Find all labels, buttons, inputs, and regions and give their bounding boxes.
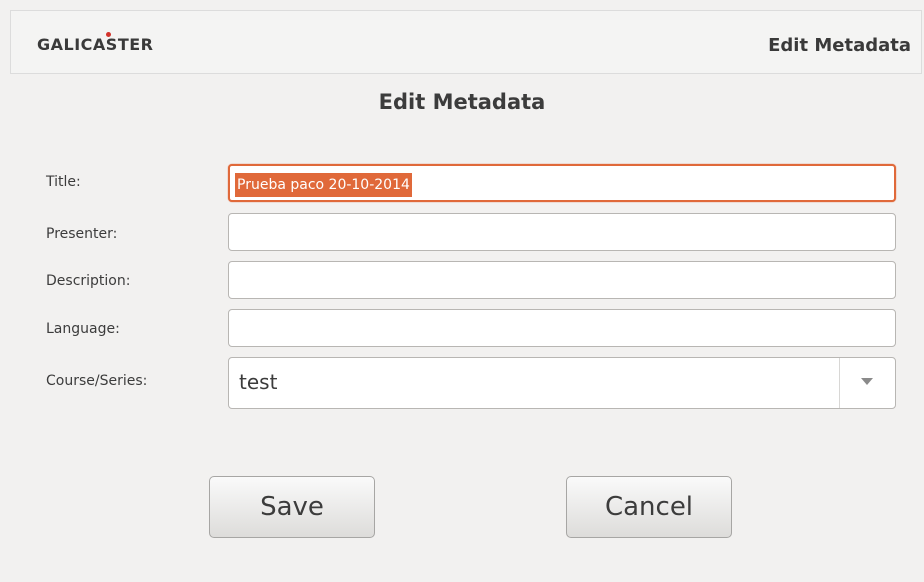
title-label: Title: <box>46 174 81 190</box>
save-button[interactable]: Save <box>209 476 375 538</box>
title-input-value[interactable]: Prueba paco 20-10-2014 <box>235 173 412 197</box>
cancel-button[interactable]: Cancel <box>566 476 732 538</box>
chevron-down-icon[interactable] <box>861 378 873 385</box>
app-header: GALICASTER Edit Metadata <box>10 10 922 74</box>
language-input[interactable] <box>228 309 896 347</box>
combobox-separator <box>839 358 840 408</box>
series-combobox-value[interactable]: test <box>239 370 277 394</box>
series-label: Course/Series: <box>46 373 148 389</box>
language-label: Language: <box>46 321 120 337</box>
dialog-title: Edit Metadata <box>378 90 546 114</box>
series-combobox[interactable]: test <box>228 357 896 409</box>
logo-dot-icon <box>106 32 111 37</box>
description-label: Description: <box>46 273 131 289</box>
galicaster-logo: GALICASTER <box>37 35 154 54</box>
header-title: Edit Metadata <box>768 35 911 56</box>
presenter-input[interactable] <box>228 213 896 251</box>
description-input[interactable] <box>228 261 896 299</box>
presenter-label: Presenter: <box>46 226 118 242</box>
